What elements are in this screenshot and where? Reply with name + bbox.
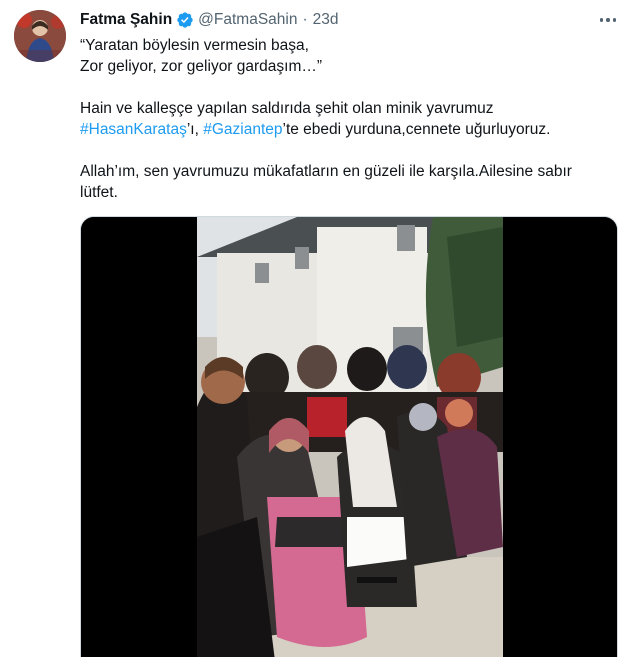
tweet-header: Fatma Şahin @FatmaSahin · 23d [80, 10, 339, 30]
quote-line-2: Zor geliyor, zor geliyor gardaşım…” [80, 58, 323, 75]
avatar[interactable] [14, 10, 66, 62]
more-options-icon[interactable] [597, 10, 619, 30]
tribute-line-1: Hain ve kalleşçe yapılan saldırıda şehit… [80, 100, 494, 117]
tweet[interactable]: Fatma Şahin @FatmaSahin · 23d “Yaratan b… [0, 0, 640, 657]
hashtag-gaziantep[interactable]: #Gaziantep [203, 121, 282, 138]
tweet-text: “Yaratan böylesin vermesin başa, Zor gel… [80, 35, 610, 203]
quote-paragraph: “Yaratan böylesin vermesin başa, Zor gel… [80, 35, 610, 77]
video-frame [81, 217, 617, 657]
tribute-suffix-2: ’te ebedi yurduna,cennete uğurluyoruz. [282, 121, 551, 138]
tweet-video[interactable] [80, 216, 618, 657]
hashtag-hasan-karatas[interactable]: #HasanKarataş [80, 121, 187, 138]
tribute-paragraph: Hain ve kalleşçe yapılan saldırıda şehit… [80, 98, 610, 140]
separator-dot: · [302, 11, 308, 28]
quote-line-1: “Yaratan böylesin vermesin başa, [80, 37, 309, 54]
verified-badge-icon [176, 11, 194, 29]
author-handle[interactable]: @FatmaSahin [198, 11, 297, 29]
tribute-suffix-1: ’ı, [186, 121, 204, 138]
timestamp[interactable]: 23d [313, 11, 339, 29]
author-name[interactable]: Fatma Şahin [80, 11, 172, 29]
prayer-paragraph: Allah’ım, sen yavrumuzu mükafatların en … [80, 163, 572, 201]
